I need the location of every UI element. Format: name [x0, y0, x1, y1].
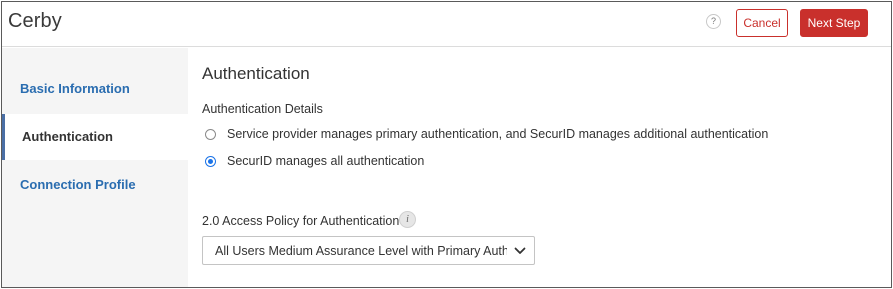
sidebar-item-label: Authentication [22, 129, 113, 144]
access-policy-label: 2.0 Access Policy for Authentication [202, 214, 400, 228]
radio-button[interactable] [205, 129, 216, 140]
app-window: Cerby ? Cancel Next Step Basic Informati… [1, 1, 892, 288]
header-bar: Cerby ? Cancel Next Step [2, 2, 891, 47]
sidebar-item-basic-information[interactable]: Basic Information [2, 66, 188, 112]
radio-button-selected[interactable] [205, 156, 216, 167]
option-label: SecurID manages all authentication [227, 154, 425, 168]
info-icon[interactable]: i [399, 211, 416, 228]
sidebar-item-authentication[interactable]: Authentication [2, 114, 188, 160]
page-title: Authentication [202, 64, 310, 83]
main-panel: Authentication Authentication Details Se… [188, 48, 891, 287]
sidebar: Basic Information Authentication Connect… [2, 48, 188, 287]
authentication-details-heading: Authentication Details [202, 102, 323, 116]
cancel-button[interactable]: Cancel [736, 9, 788, 37]
access-policy-select[interactable]: All Users Medium Assurance Level with Pr… [202, 236, 535, 265]
sidebar-item-connection-profile[interactable]: Connection Profile [2, 162, 188, 208]
help-question-icon[interactable]: ? [706, 14, 721, 29]
app-title: Cerby [8, 10, 62, 32]
sidebar-item-label: Connection Profile [20, 177, 136, 192]
select-value: All Users Medium Assurance Level with Pr… [215, 244, 507, 258]
option-label: Service provider manages primary authent… [227, 127, 769, 141]
chevron-down-icon [514, 247, 526, 254]
next-step-button[interactable]: Next Step [800, 9, 868, 37]
sidebar-item-label: Basic Information [20, 81, 130, 96]
